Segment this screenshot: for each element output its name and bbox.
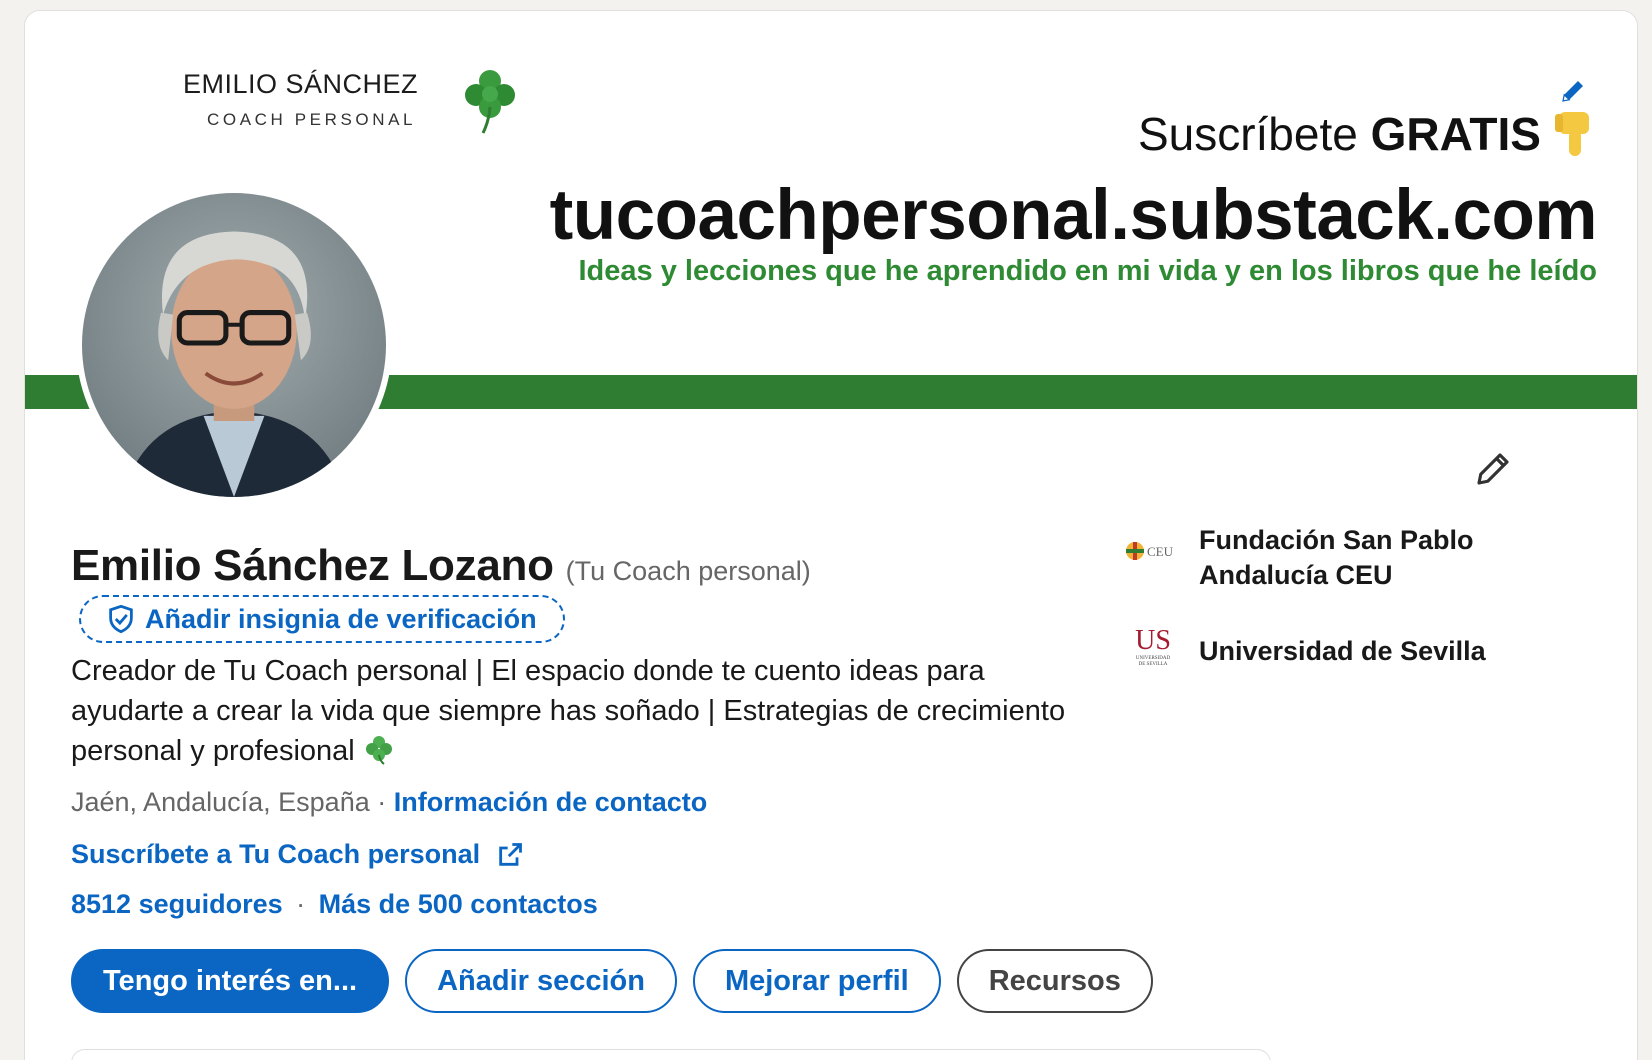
- name-row: Emilio Sánchez Lozano (Tu Coach personal…: [71, 541, 811, 591]
- education-name-line1: Universidad de Sevilla: [1199, 636, 1486, 666]
- clover-icon: [465, 70, 515, 134]
- location-row: Jaén, Andalucía, España · Información de…: [71, 787, 707, 818]
- add-verification-badge-button[interactable]: Añadir insignia de verificación: [79, 595, 565, 643]
- edit-banner-button[interactable]: [1553, 71, 1593, 111]
- svg-text:UNIVERSIDAD: UNIVERSIDAD: [1136, 656, 1171, 661]
- subscribe-promo: Suscríbete GRATIS: [1138, 107, 1597, 161]
- open-to-button[interactable]: Tengo interés en...: [71, 949, 390, 1013]
- profile-card: EMILIO SÁNCHEZ COACH PERSONAL Suscríbete…: [24, 10, 1638, 1060]
- ceu-cross-icon: CEU: [1126, 542, 1174, 560]
- us-logo: US UNIVERSIDAD DE SEVILLA: [1125, 623, 1181, 679]
- education-item-us[interactable]: US UNIVERSIDAD DE SEVILLA Universidad de…: [1125, 623, 1486, 679]
- headline-text: Creador de Tu Coach personal | El espaci…: [71, 655, 1066, 767]
- experience-name-line2: Andalucía CEU: [1199, 560, 1393, 590]
- svg-text:DE SEVILLA: DE SEVILLA: [1139, 662, 1168, 667]
- clover-icon: [365, 736, 392, 765]
- followers-link[interactable]: 8512 seguidores: [71, 889, 283, 919]
- pencil-icon: [1477, 453, 1509, 485]
- contact-info-link[interactable]: Información de contacto: [394, 787, 708, 817]
- brand-name: EMILIO SÁNCHEZ: [183, 69, 419, 99]
- resources-button[interactable]: Recursos: [956, 949, 1153, 1013]
- profile-headline: Creador de Tu Coach personal | El espaci…: [71, 651, 1071, 771]
- experience-item-ceu[interactable]: CEU Fundación San Pablo Andalucía CEU: [1125, 523, 1474, 593]
- connections-link[interactable]: Más de 500 contactos: [319, 889, 598, 919]
- enhance-profile-button[interactable]: Mejorar perfil: [692, 949, 941, 1013]
- network-separator: ·: [296, 889, 306, 919]
- profile-pronoun: (Tu Coach personal): [565, 556, 811, 586]
- location-separator: ·: [369, 787, 394, 817]
- thumbs-down-icon: [1555, 112, 1589, 156]
- verify-label: Añadir insignia de verificación: [145, 603, 537, 634]
- profile-actions: Tengo interés en... Añadir sección Mejor…: [71, 949, 1153, 1013]
- external-link-icon: [499, 842, 523, 866]
- profile-photo[interactable]: [76, 187, 392, 503]
- experience-name-line1: Fundación San Pablo: [1199, 525, 1474, 555]
- experience-name: Fundación San Pablo Andalucía CEU: [1199, 523, 1474, 593]
- education-name: Universidad de Sevilla: [1199, 623, 1486, 679]
- profile-name: Emilio Sánchez Lozano: [71, 541, 554, 590]
- next-section-box: [71, 1049, 1271, 1060]
- ceu-logo-text: CEU: [1147, 544, 1174, 559]
- newsletter-link[interactable]: Suscríbete a Tu Coach personal: [71, 839, 524, 870]
- subscribe-bold: GRATIS: [1370, 108, 1541, 160]
- network-row: 8512 seguidores · Más de 500 contactos: [71, 889, 598, 920]
- shield-check-icon: [109, 604, 133, 634]
- add-section-button[interactable]: Añadir sección: [405, 949, 677, 1013]
- newsletter-label: Suscríbete a Tu Coach personal: [71, 839, 481, 869]
- pencil-icon: [1562, 81, 1583, 102]
- banner-site: tucoachpersonal.substack.com: [549, 176, 1598, 255]
- edit-profile-button[interactable]: [1465, 441, 1521, 497]
- banner-tagline: Ideas y lecciones que he aprendido en mi…: [578, 255, 1597, 287]
- brand-logo: EMILIO SÁNCHEZ COACH PERSONAL: [183, 55, 523, 135]
- avatar: [82, 193, 386, 497]
- location-text: Jaén, Andalucía, España: [71, 787, 370, 817]
- brand-subtitle: COACH PERSONAL: [207, 110, 417, 129]
- us-logo-text: US: [1135, 625, 1171, 656]
- ceu-logo: CEU: [1125, 523, 1181, 579]
- us-logo-icon: US UNIVERSIDAD DE SEVILLA: [1135, 625, 1171, 667]
- subscribe-prefix: Suscríbete: [1137, 108, 1358, 160]
